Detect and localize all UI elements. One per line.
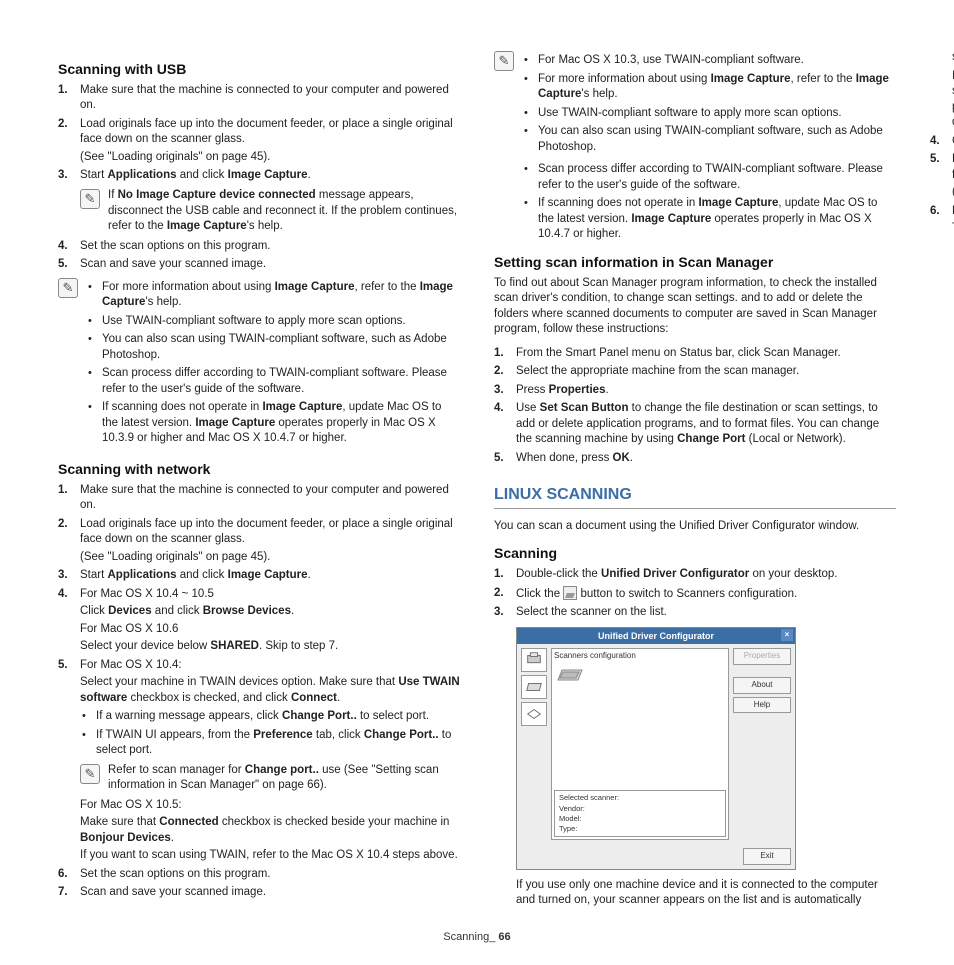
lscan-step-5: Load originals face up into the document…	[930, 152, 954, 201]
usb-note2-bullets: For more information about using Image C…	[86, 280, 460, 447]
net-step-3: Start Applications and click Image Captu…	[58, 568, 460, 584]
list-linux-scan: Double-click the Unified Driver Configur…	[494, 567, 896, 621]
net-step-2: Load originals face up into the document…	[58, 517, 460, 566]
page-footer: Scanning_ 66	[58, 930, 896, 945]
note-icon: ✎	[494, 51, 514, 71]
list-usb-cont: Set the scan options on this program. Sc…	[58, 239, 460, 273]
about-button[interactable]: About	[733, 677, 791, 694]
ss-titlebar: Unified Driver Configurator ×	[517, 628, 795, 644]
scanners-tab-icon[interactable]	[521, 675, 547, 699]
net-step-5: For Mac OS X 10.4: Select your machine i…	[58, 658, 460, 864]
note-usb-1: ✎ If No Image Capture device connected m…	[80, 188, 460, 235]
list-setting: From the Smart Panel menu on Status bar,…	[494, 346, 896, 467]
lscan-step-2: Click the button to switch to Scanners c…	[494, 586, 896, 603]
heading-scanning: Scanning	[494, 544, 896, 563]
linux-intro: You can scan a document using the Unifie…	[494, 519, 896, 535]
close-icon[interactable]: ×	[781, 629, 793, 641]
screenshot-unified-driver-config: Unified Driver Configurator × Scanners c…	[516, 627, 796, 870]
note-icon: ✎	[58, 278, 78, 298]
help-button[interactable]: Help	[733, 697, 791, 714]
net-step-4: For Mac OS X 10.4 ~ 10.5 Click Devices a…	[58, 587, 460, 655]
lscan-step-6: From the Scanner Properties window, clic…	[930, 204, 954, 237]
ss-selected-scanner: Selected scanner: Vendor: Model: Type:	[554, 790, 726, 837]
note-icon: ✎	[80, 189, 100, 209]
properties-button[interactable]: Properties	[733, 648, 791, 665]
ss-scanners-frame: Scanners configuration Selected scanner:…	[551, 648, 729, 840]
ports-tab-icon[interactable]	[521, 702, 547, 726]
heading-linux-scanning: LINUX SCANNING	[494, 484, 896, 509]
usb-step-1: Make sure that the machine is connected …	[58, 83, 460, 114]
usb-step-5: Scan and save your scanned image.	[58, 257, 460, 273]
list-usb: Make sure that the machine is connected …	[58, 83, 460, 184]
list-network: Make sure that the machine is connected …	[58, 483, 460, 901]
usb-step-2: Load originals face up into the document…	[58, 117, 460, 166]
lscan-step-3: Select the scanner on the list.	[494, 605, 896, 621]
list-linux-scan-cont: Click Properties. Load originals face up…	[930, 134, 954, 237]
note-icon: ✎	[80, 764, 100, 784]
net-step-6: Set the scan options on this program.	[58, 867, 460, 883]
heading-setting-scan-info: Setting scan information in Scan Manager	[494, 253, 896, 272]
scanner-tab-icon	[563, 586, 577, 600]
usb-step-4: Set the scan options on this program.	[58, 239, 460, 255]
net-step-1: Make sure that the machine is connected …	[58, 483, 460, 514]
col2-top-bullets: Scan process differ according to TWAIN-c…	[522, 162, 896, 243]
note-usb-2: ✎ For more information about using Image…	[58, 277, 460, 450]
usb-step-3: Start Applications and click Image Captu…	[58, 168, 460, 184]
exit-button[interactable]: Exit	[743, 848, 791, 865]
scanner-icon	[556, 664, 584, 684]
lscan-step-1: Double-click the Unified Driver Configur…	[494, 567, 896, 583]
heading-scanning-network: Scanning with network	[58, 460, 460, 479]
lscan-step-4: Click Properties.	[930, 134, 954, 150]
note-network: ✎ For Mac OS X 10.3, use TWAIN-compliant…	[494, 50, 896, 158]
setting-intro: To find out about Scan Manager program i…	[494, 276, 896, 338]
net-step-7: Scan and save your scanned image.	[58, 885, 460, 901]
printers-tab-icon[interactable]	[521, 648, 547, 672]
heading-scanning-usb: Scanning with USB	[58, 60, 460, 79]
